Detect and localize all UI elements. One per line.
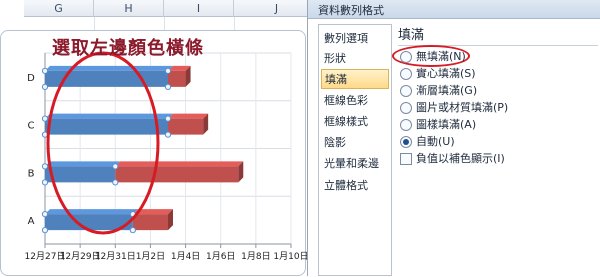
bar-blue [45, 166, 116, 183]
nav-item-series-options[interactable]: 數列選項 [321, 29, 389, 49]
bar-chart[interactable]: 12月27日 12月29日 12月31日 1月2日 1月4日 1月6日 1月8日 1月10日 A… [0, 30, 307, 276]
x-tick-label: 1月10日 [273, 251, 307, 262]
selection-handle [41, 67, 49, 74]
x-tick-label: 1月6日 [206, 251, 235, 262]
column-header-i[interactable]: I [164, 0, 234, 17]
y-category-label: D [27, 73, 35, 84]
selection-handle [164, 83, 172, 90]
selection-handle [41, 211, 49, 218]
option-label: 實心填滿(S) [416, 67, 476, 80]
radio-pattern-fill[interactable] [400, 119, 412, 131]
selection-handle [41, 227, 49, 234]
option-label: 負值以補色顯示(I) [416, 152, 505, 165]
dialog-titlebar[interactable]: 資料數列格式 [308, 0, 600, 19]
nav-item-border-style[interactable]: 框線樣式 [321, 112, 389, 132]
chart-svg: 12月27日12月29日12月31日 1月2日 1月4日 1月6日 1月8日 1月10日A… [25, 51, 307, 262]
x-tick-label: 1月2日 [136, 251, 165, 262]
section-title: 填滿 [398, 28, 425, 43]
bar-top-face [45, 209, 138, 215]
nav-item-border-color[interactable]: 框線色彩 [321, 91, 389, 111]
radio-gradient-fill[interactable] [400, 85, 412, 97]
dialog-title: 資料數列格式 [318, 4, 384, 17]
bar-top-face [45, 65, 173, 71]
selection-handle [41, 83, 49, 90]
bar-red [168, 118, 204, 135]
dialog-nav: 數列選項 形狀 填滿 框線色彩 框線樣式 陰影 光暈和柔邊 立體格式 [318, 24, 392, 276]
format-data-series-dialog: 資料數列格式 數列選項 形狀 填滿 框線色彩 框線樣式 陰影 光暈和柔邊 立體格… [307, 0, 600, 276]
nav-item-fill[interactable]: 填滿 [321, 69, 389, 89]
column-header-h[interactable]: H [94, 0, 164, 17]
nav-item-3d-format[interactable]: 立體格式 [321, 176, 389, 196]
selection-handle [164, 131, 172, 138]
nav-item-glow-soft-edges[interactable]: 光暈和柔邊 [321, 154, 389, 174]
selection-handle [164, 67, 172, 74]
option-label: 自動(U) [416, 135, 455, 148]
column-header-g[interactable]: G [24, 0, 94, 17]
radio-automatic[interactable] [400, 136, 412, 148]
option-label: 無填滿(N) [416, 50, 466, 63]
radio-solid-fill[interactable] [400, 68, 412, 80]
bar-top-face [45, 161, 121, 167]
bar-blue [45, 118, 168, 135]
y-category-label: A [28, 216, 35, 227]
option-label: 圖樣填滿(A) [416, 118, 477, 131]
selection-handle [41, 163, 49, 170]
spreadsheet: G H I J 12月27日 12月29日 12月31日 1月2日 1月4日 1月6日 1月… [0, 0, 320, 276]
y-category-label: B [28, 168, 35, 179]
selection-handle [41, 179, 49, 186]
selection-handle [112, 179, 119, 186]
selection-handle [164, 115, 172, 122]
selection-handle [112, 163, 119, 170]
x-tick-label: 1月8日 [241, 251, 270, 262]
bar-top-face [168, 113, 209, 119]
radio-picture-fill[interactable] [400, 102, 412, 114]
nav-item-shape[interactable]: 形狀 [321, 49, 389, 69]
bar-red [115, 166, 239, 183]
x-tick-label: 1月4日 [171, 251, 200, 262]
fill-pane: 填滿 無填滿(N) 實心填滿(S) 漸層填滿(G) 圖片或材質填滿(P) 圖樣填… [392, 24, 598, 276]
option-label: 漸層填滿(G) [416, 84, 478, 97]
nav-item-shadow[interactable]: 陰影 [321, 133, 389, 153]
y-category-label: C [28, 121, 35, 132]
bar-red [168, 70, 186, 87]
radio-no-fill[interactable] [400, 51, 412, 63]
option-label: 圖片或材質填滿(P) [416, 101, 509, 114]
selection-handle [129, 227, 136, 234]
checkbox-invert-negative[interactable] [400, 153, 412, 165]
chart-annotation-text: 選取左邊顏色橫條 [52, 38, 204, 59]
bar-red [132, 214, 168, 231]
selection-handle [41, 115, 49, 122]
bar-top-face [115, 161, 244, 167]
x-tick-label: 12月31日 [95, 251, 136, 262]
